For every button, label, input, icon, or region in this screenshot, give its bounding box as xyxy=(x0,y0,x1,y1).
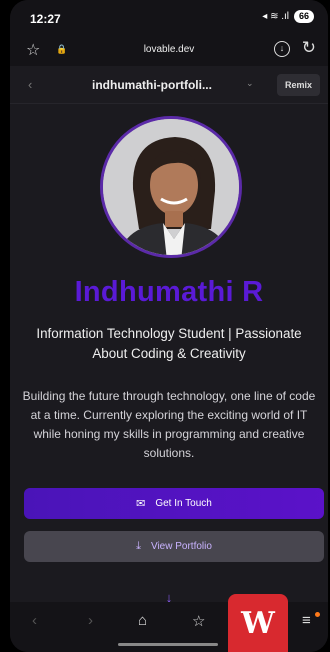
profile-bio: Building the future through technology, … xyxy=(22,389,316,460)
status-icons: ◂ ≋ .ıl 66 xyxy=(262,10,314,23)
status-time: 12:27 xyxy=(30,12,61,26)
avatar xyxy=(100,116,242,258)
view-portfolio-button[interactable]: ⤓ View Portfolio xyxy=(24,531,324,562)
get-in-touch-label: Get In Touch xyxy=(155,498,212,509)
portfolio-content: Indhumathi R Information Technology Stud… xyxy=(10,104,328,605)
get-in-touch-button[interactable]: ✉ Get In Touch xyxy=(24,488,324,519)
nav-menu-icon[interactable]: ≡ xyxy=(302,612,311,629)
download-arrow-icon: ⤓ xyxy=(136,540,141,552)
mail-icon: ✉ xyxy=(136,498,146,510)
reload-icon[interactable]: ↻ xyxy=(302,38,316,58)
status-bar: 12:27 ◂ ≋ .ıl 66 xyxy=(10,0,328,34)
nav-back-icon[interactable]: ‹ xyxy=(32,612,37,629)
notification-dot xyxy=(315,612,320,617)
download-icon[interactable]: ↓ xyxy=(274,41,290,57)
back-icon[interactable]: ‹ xyxy=(28,77,32,92)
home-indicator xyxy=(118,643,218,646)
nav-home-icon[interactable]: ⌂ xyxy=(138,612,147,629)
wps-overlay-icon[interactable]: W xyxy=(228,594,288,652)
nav-forward-icon[interactable]: › xyxy=(88,612,93,629)
chevron-down-icon[interactable]: ⌄ xyxy=(246,78,254,89)
view-portfolio-label: View Portfolio xyxy=(150,541,212,552)
app-header: ‹ indhumathi-portfoli... ⌄ Remix xyxy=(10,66,328,104)
browser-url-bar: ☆ 🔒 lovable.dev ↓ ↻ xyxy=(10,34,328,66)
battery-icon: 66 xyxy=(294,10,314,23)
profile-name: Indhumathi R xyxy=(74,276,264,308)
avatar-photo-icon xyxy=(103,119,239,255)
signal-icon: ◂ ≋ .ıl xyxy=(262,11,289,22)
project-name[interactable]: indhumathi-portfoli... xyxy=(92,78,212,92)
nav-bookmark-icon[interactable]: ☆ xyxy=(192,612,205,630)
wps-logo-icon: W xyxy=(241,606,275,641)
phone-frame: 12:27 ◂ ≋ .ıl 66 ☆ 🔒 lovable.dev ↓ ↻ ‹ i… xyxy=(10,0,328,652)
profile-subtitle: Information Technology Student | Passion… xyxy=(36,326,302,361)
remix-button[interactable]: Remix xyxy=(276,74,320,96)
